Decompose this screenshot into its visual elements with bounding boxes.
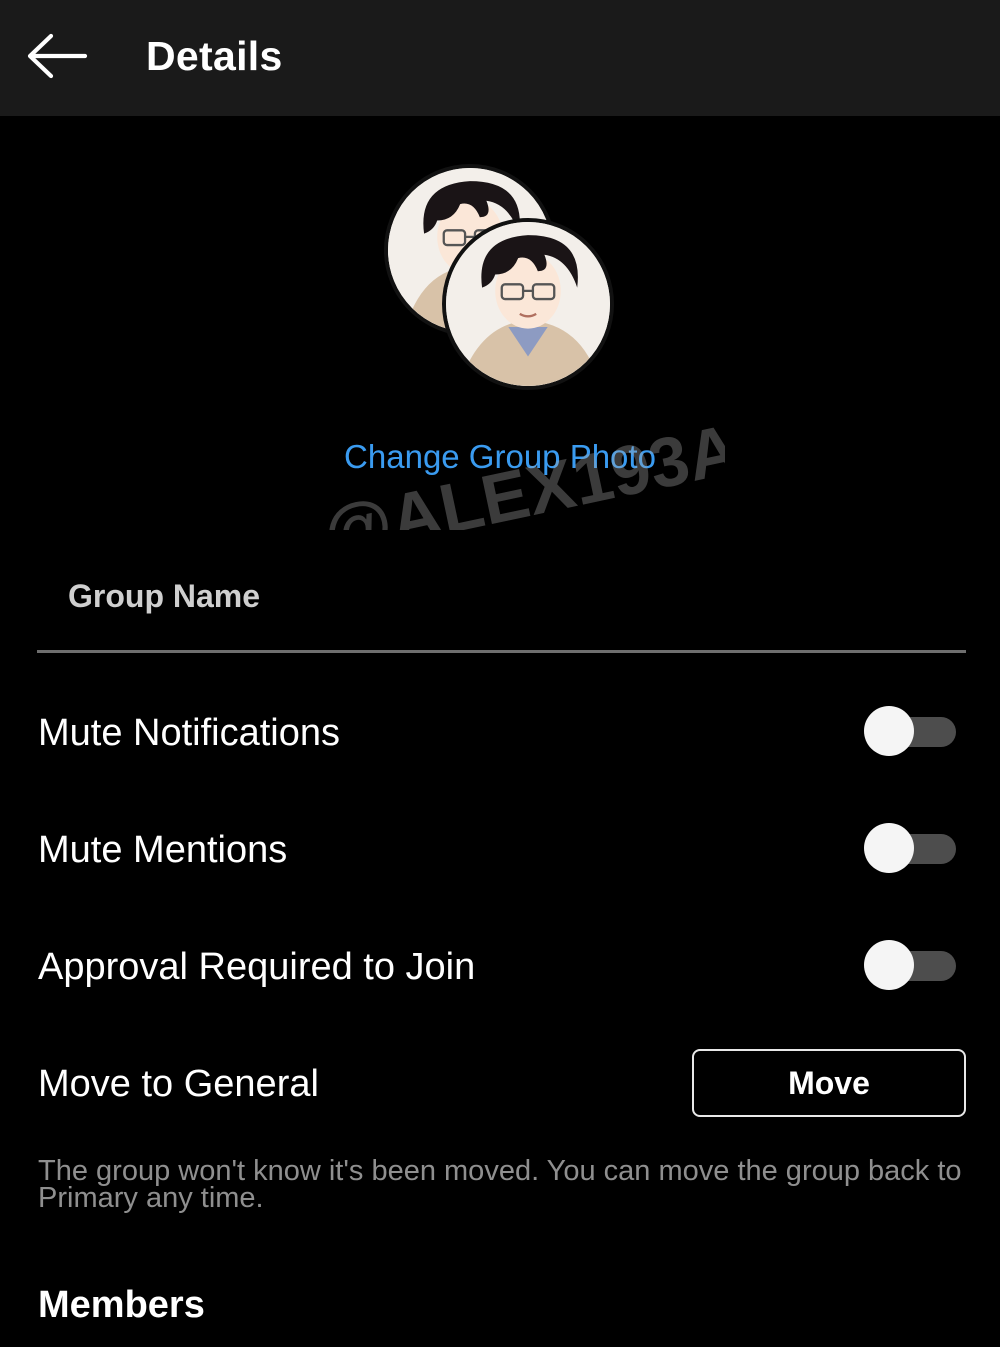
toggle-knob xyxy=(864,940,914,990)
page-title: Details xyxy=(146,33,283,79)
approval-required-label: Approval Required to Join xyxy=(38,946,476,988)
mute-mentions-toggle[interactable] xyxy=(862,822,956,874)
group-avatar-stack[interactable] xyxy=(380,160,625,395)
move-helper-text: The group won't know it's been moved. Yo… xyxy=(38,1155,962,1214)
back-button[interactable] xyxy=(22,28,92,88)
members-section-title: Members xyxy=(38,1284,205,1326)
member-avatar xyxy=(442,218,614,390)
change-group-photo-link[interactable]: Change Group Photo xyxy=(0,438,1000,476)
app-header: Details xyxy=(0,0,1000,116)
mute-mentions-label: Mute Mentions xyxy=(38,829,288,871)
mute-notifications-toggle[interactable] xyxy=(862,705,956,757)
group-name-underline xyxy=(37,650,966,653)
mute-notifications-label: Mute Notifications xyxy=(38,712,341,754)
toggle-knob xyxy=(864,823,914,873)
approval-required-toggle[interactable] xyxy=(862,939,956,991)
group-name-field[interactable]: Group Name xyxy=(68,578,260,615)
details-screen: Details Change Group Photo @ALEX193A Gro… xyxy=(0,0,1000,1347)
move-to-general-label: Move to General xyxy=(38,1063,319,1105)
arrow-left-icon xyxy=(25,33,89,84)
move-button[interactable]: Move xyxy=(692,1049,966,1117)
toggle-knob xyxy=(864,706,914,756)
